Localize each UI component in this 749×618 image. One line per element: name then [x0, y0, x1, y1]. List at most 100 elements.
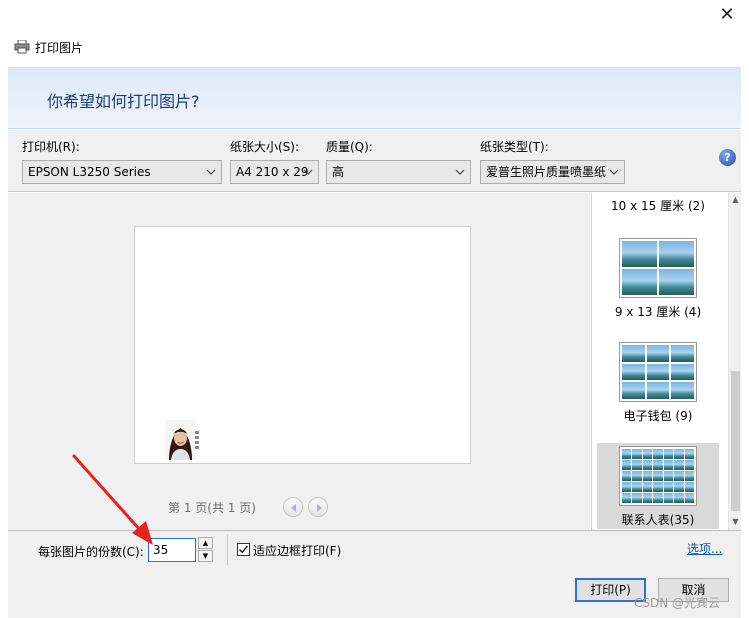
layout-caption: 10 x 15 厘米 (2): [611, 199, 705, 213]
thumbnail-cell: [653, 460, 663, 470]
paper-type-label: 纸张类型(T):: [480, 140, 549, 154]
page-title: 你希望如何打印图片?: [47, 92, 200, 111]
copies-label: 每张图片的份数(C):: [38, 545, 144, 559]
thumbnail-cell: [646, 382, 670, 399]
copies-increment-button[interactable]: ▲: [198, 537, 213, 549]
options-link[interactable]: 选项...: [687, 540, 722, 557]
thumbnail-cell: [632, 449, 642, 459]
thumbnail-cell: [659, 241, 694, 267]
thumbnail-cell: [622, 449, 632, 459]
divider: [227, 535, 228, 565]
thumbnail-cell: [632, 482, 642, 492]
next-page-button[interactable]: [308, 497, 328, 517]
thumbnail-cell: [622, 345, 645, 362]
fit-to-frame-label[interactable]: 适应边框打印(F): [253, 542, 341, 559]
thumbnail-cell: [642, 482, 653, 492]
printer-icon: [14, 40, 30, 54]
thumbnail-cell: [642, 471, 653, 481]
thumbnail-cell: [653, 449, 663, 459]
thumbnail-cell: [622, 493, 632, 503]
thumbnail-cell: [642, 460, 653, 470]
layout-caption: 电子钱包 (9): [623, 409, 693, 423]
layout-item-10x15[interactable]: 10 x 15 厘米 (2): [597, 197, 719, 221]
thumbnail-cell: [671, 345, 694, 362]
thumbnail-cell: [663, 449, 674, 459]
thumbnail-cell: [622, 241, 657, 267]
printer-select-value: EPSON L3250 Series: [28, 165, 151, 179]
arrow-left-icon: [291, 504, 296, 512]
thumbnail-cell: [671, 382, 694, 399]
quality-label: 质量(Q):: [326, 140, 373, 154]
watermark: CSDN @光宾云: [634, 596, 721, 610]
thumbnail-cell: [663, 471, 674, 481]
thumbnail-cell: [663, 493, 674, 503]
thumbnail-cell: [674, 449, 684, 459]
thumbnail-cell: [642, 493, 653, 503]
layout-thumbnail: [619, 446, 697, 506]
thumbnail-cell: [671, 363, 694, 381]
paper-size-select[interactable]: A4 210 x 29: [230, 160, 319, 184]
thumbnail-cell: [684, 471, 694, 481]
window-title: 打印图片: [35, 40, 84, 55]
thumbnail-cell: [622, 460, 632, 470]
printer-label: 打印机(R):: [22, 140, 80, 154]
paper-type-select[interactable]: 爱普生照片质量喷墨纸: [480, 160, 625, 184]
chevron-down-icon: [303, 169, 313, 175]
tiny-photo: [195, 436, 199, 439]
tiny-photo: [195, 431, 199, 434]
thumbnail-cell: [646, 345, 670, 362]
paper-size-label: 纸张大小(S):: [230, 140, 300, 154]
arrow-right-icon: [317, 504, 322, 512]
thumbnail-cell: [653, 493, 663, 503]
help-icon[interactable]: ?: [719, 149, 736, 166]
thumbnail-cell: [646, 363, 670, 381]
scroll-up-icon[interactable]: ▲: [729, 193, 742, 207]
dialog-buttons: 打印(P) 取消: [8, 570, 741, 618]
tiny-photo: [195, 446, 199, 449]
layout-item-contact-sheet[interactable]: 联系人表(35): [597, 443, 719, 529]
print-pictures-dialog: ✕ 打印图片 你希望如何打印图片? 打印机(R): EPSON L3250 Se…: [0, 0, 749, 618]
header-banner: 你希望如何打印图片?: [8, 67, 741, 129]
scroll-down-icon[interactable]: ▼: [729, 515, 742, 529]
layout-item-wallet[interactable]: 电子钱包 (9): [597, 339, 719, 429]
layout-thumbnail: [619, 342, 697, 402]
tiny-photo-copies: [195, 431, 199, 451]
copies-bar: 每张图片的份数(C): ▲ ▼ 适应边框打印(F) 选项...: [8, 530, 741, 570]
print-options-bar: 打印机(R): EPSON L3250 Series 纸张大小(S): A4 2…: [8, 130, 741, 192]
copies-decrement-button[interactable]: ▼: [198, 550, 213, 562]
fit-to-frame-checkbox[interactable]: [237, 543, 250, 556]
portrait-photo-thumbnail: [165, 420, 196, 460]
thumbnail-cell: [642, 449, 653, 459]
quality-select-value: 高: [332, 165, 345, 179]
thumbnail-cell: [663, 460, 674, 470]
thumbnail-cell: [632, 471, 642, 481]
layout-list[interactable]: 10 x 15 厘米 (2) 9 x 13 厘米 (4) 电子钱包 (9) 联系…: [591, 193, 741, 530]
chevron-down-icon: [206, 169, 216, 175]
layout-item-9x13[interactable]: 9 x 13 厘米 (4): [597, 235, 719, 325]
thumbnail-cell: [684, 449, 694, 459]
thumbnail-cell: [622, 471, 632, 481]
thumbnail-cell: [659, 269, 694, 295]
thumbnail-cell: [674, 460, 684, 470]
quality-select[interactable]: 高: [326, 160, 471, 184]
thumbnail-cell: [674, 471, 684, 481]
layout-scrollbar[interactable]: ▲ ▼: [728, 193, 741, 530]
tiny-photo: [195, 441, 199, 444]
layout-caption: 联系人表(35): [621, 513, 695, 527]
chevron-down-icon: [609, 169, 619, 175]
layout-caption: 9 x 13 厘米 (4): [614, 305, 702, 319]
copies-input[interactable]: [148, 538, 196, 562]
scroll-thumb[interactable]: [731, 371, 740, 511]
print-preview-area: 第 1 页(共 1 页): [8, 193, 590, 530]
thumbnail-cell: [622, 482, 632, 492]
printer-select[interactable]: EPSON L3250 Series: [22, 160, 222, 184]
thumbnail-cell: [622, 363, 645, 381]
previous-page-button[interactable]: [283, 497, 303, 517]
portrait-image: [165, 420, 196, 460]
chevron-down-icon: [455, 169, 465, 175]
thumbnail-cell: [663, 482, 674, 492]
close-icon[interactable]: ✕: [712, 2, 742, 28]
page-indicator: 第 1 页(共 1 页): [168, 501, 256, 515]
paper-preview: [134, 226, 471, 464]
checkmark-icon: [238, 545, 249, 554]
